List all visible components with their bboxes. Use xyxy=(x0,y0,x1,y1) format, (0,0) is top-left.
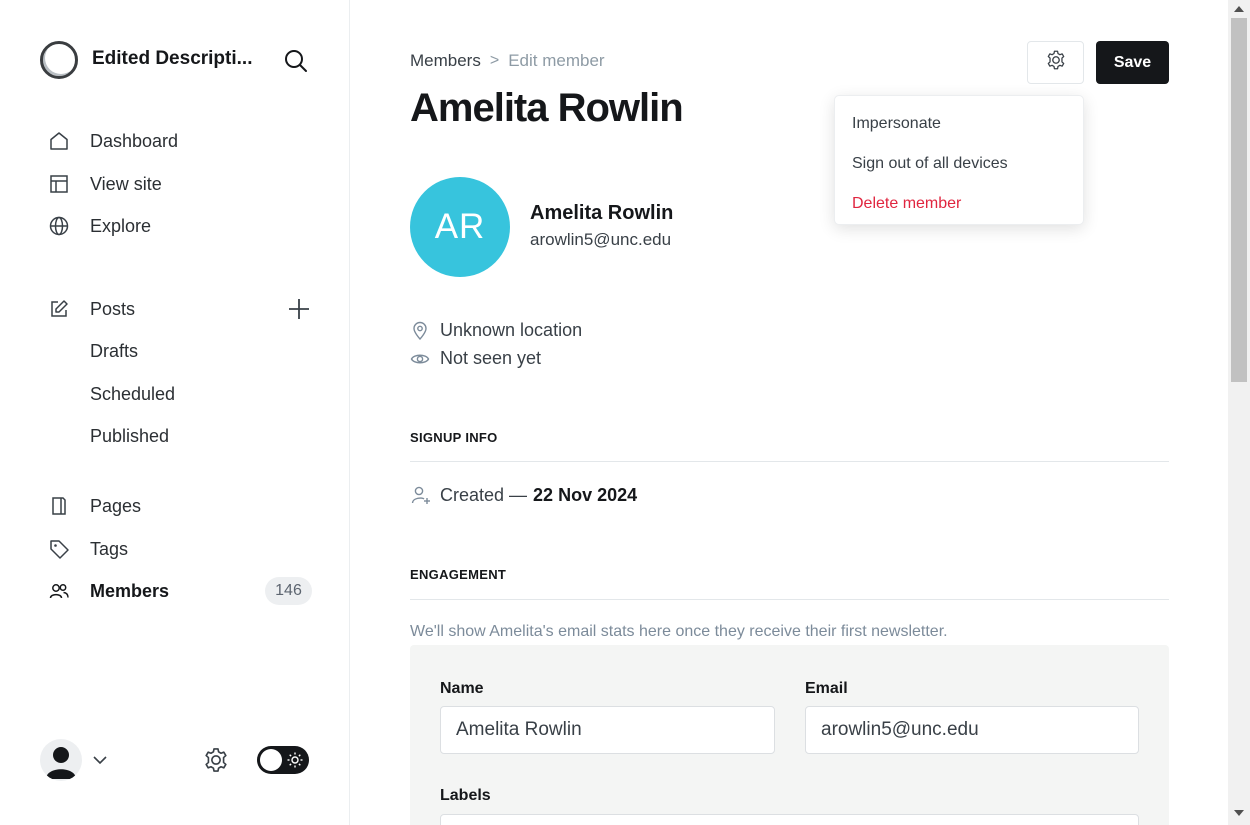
settings-gear-icon[interactable] xyxy=(202,746,230,774)
name-label: Name xyxy=(440,680,484,697)
toggle-knob xyxy=(260,749,282,771)
plus-icon[interactable] xyxy=(286,296,312,322)
site-title[interactable]: Edited Descripti... xyxy=(92,48,262,70)
email-field[interactable] xyxy=(805,706,1139,754)
members-count-badge: 146 xyxy=(265,577,312,605)
created-date: 22 Nov 2024 xyxy=(533,484,638,505)
gear-icon xyxy=(1045,49,1067,76)
nav-label: Posts xyxy=(90,298,136,319)
sun-icon xyxy=(286,751,304,769)
divider xyxy=(410,461,1169,462)
site-logo[interactable] xyxy=(40,41,78,79)
scrollbar[interactable] xyxy=(1228,0,1250,825)
location-text: Unknown location xyxy=(440,320,583,340)
home-icon xyxy=(46,128,72,154)
menu-item-delete-member[interactable]: Delete member xyxy=(835,184,1083,224)
page-icon xyxy=(46,493,72,519)
nav-published[interactable]: Published xyxy=(90,421,290,451)
name-field[interactable] xyxy=(440,706,775,754)
scroll-up-arrow[interactable] xyxy=(1234,6,1244,12)
nav-tags[interactable]: Tags xyxy=(46,534,316,564)
main-content: Members > Edit member Amelita Rowlin Sav… xyxy=(350,0,1228,825)
member-form: Name Email Labels xyxy=(410,645,1169,825)
sidebar: Edited Descripti... Dashboard View site … xyxy=(0,0,350,825)
member-actions-menu: Impersonate Sign out of all devices Dele… xyxy=(834,95,1084,225)
labels-field[interactable] xyxy=(440,814,1139,825)
tag-icon xyxy=(46,536,72,562)
nav-label: Tags xyxy=(90,538,129,559)
save-button[interactable]: Save xyxy=(1096,41,1169,84)
location-pin-icon xyxy=(410,321,430,341)
nav-drafts[interactable]: Drafts xyxy=(90,336,290,366)
breadcrumb: Members > Edit member xyxy=(410,51,605,71)
nav-posts[interactable]: Posts xyxy=(46,294,276,324)
layout-icon xyxy=(46,171,72,197)
search-icon[interactable] xyxy=(282,47,310,75)
nav-pages[interactable]: Pages xyxy=(46,491,316,521)
member-name: Amelita Rowlin xyxy=(530,202,674,224)
seen-row: Not seen yet xyxy=(410,348,541,369)
nav-label: View site xyxy=(90,173,162,194)
location-row: Unknown location xyxy=(410,320,582,341)
globe-icon xyxy=(46,213,72,239)
breadcrumb-current: Edit member xyxy=(508,51,605,70)
divider xyxy=(410,599,1169,600)
engagement-note: We'll show Amelita's email stats here on… xyxy=(410,623,948,640)
nav-explore[interactable]: Explore xyxy=(46,211,316,241)
menu-item-impersonate[interactable]: Impersonate xyxy=(835,104,1083,144)
email-label: Email xyxy=(805,680,848,697)
user-avatar[interactable] xyxy=(40,739,82,781)
menu-item-sign-out-all[interactable]: Sign out of all devices xyxy=(835,144,1083,184)
nav-dashboard[interactable]: Dashboard xyxy=(46,126,316,156)
member-avatar: AR xyxy=(410,177,510,277)
created-label: Created — xyxy=(440,484,528,505)
breadcrumb-members-link[interactable]: Members xyxy=(410,51,481,71)
created-row: Created — 22 Nov 2024 xyxy=(410,484,637,506)
member-email: arowlin5@unc.edu xyxy=(530,230,672,249)
users-icon xyxy=(46,578,72,604)
user-add-icon xyxy=(410,484,432,506)
page-title: Amelita Rowlin xyxy=(410,86,684,130)
labels-label: Labels xyxy=(440,787,491,804)
signup-info-heading: SIGNUP INFO xyxy=(410,430,498,445)
nav-view-site[interactable]: View site xyxy=(46,169,316,199)
chevron-down-icon[interactable] xyxy=(91,751,109,769)
theme-toggle[interactable] xyxy=(257,746,309,774)
seen-text: Not seen yet xyxy=(440,348,542,368)
nav-label: Pages xyxy=(90,495,142,516)
nav-scheduled[interactable]: Scheduled xyxy=(90,379,290,409)
scroll-down-arrow[interactable] xyxy=(1234,810,1244,816)
member-actions-button[interactable] xyxy=(1027,41,1084,84)
nav-label: Explore xyxy=(90,215,152,236)
breadcrumb-separator: > xyxy=(489,52,500,69)
nav-label: Dashboard xyxy=(90,130,179,151)
edit-icon xyxy=(46,296,72,322)
nav-label: Members xyxy=(90,580,170,601)
scrollbar-thumb[interactable] xyxy=(1231,18,1247,382)
eye-icon xyxy=(410,349,430,369)
engagement-heading: ENGAGEMENT xyxy=(410,567,507,582)
